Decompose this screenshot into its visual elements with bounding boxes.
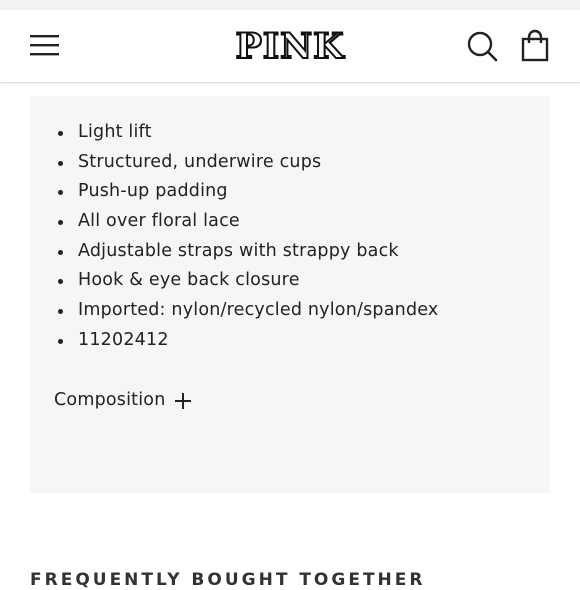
list-item: Light lift xyxy=(54,118,438,148)
search-button[interactable] xyxy=(466,30,498,62)
style-number: 11202412 xyxy=(78,329,169,350)
pink-logo[interactable]: PINK xyxy=(210,24,370,68)
feature-text: Structured, underwire cups xyxy=(78,151,322,172)
composition-label: Composition xyxy=(54,390,166,410)
hamburger-menu-icon xyxy=(30,35,59,56)
menu-button[interactable] xyxy=(30,32,60,58)
feature-text: Light lift xyxy=(78,122,152,142)
bullet-icon xyxy=(58,338,63,344)
bullet-icon xyxy=(58,160,63,166)
feature-text: Imported: nylon/recycled nylon/spandex xyxy=(78,300,439,321)
composition-toggle[interactable]: Composition xyxy=(54,390,192,410)
shopping-bag-icon xyxy=(521,29,549,62)
list-item: Hook & eye back closure xyxy=(54,266,438,296)
feature-text: All over floral lace xyxy=(78,211,240,232)
list-item: Push-up padding xyxy=(54,177,438,207)
feature-text: Push-up padding xyxy=(78,181,228,202)
list-item: Imported: nylon/recycled nylon/spandex xyxy=(54,296,438,326)
plus-icon xyxy=(174,393,191,409)
bullet-icon xyxy=(58,249,63,255)
status-bar-strip xyxy=(0,0,580,10)
feature-list: Light lift Structured, underwire cups Pu… xyxy=(54,118,438,356)
list-item: All over floral lace xyxy=(54,207,438,237)
shopping-bag-button[interactable] xyxy=(520,29,550,63)
feature-text: Adjustable straps with strappy back xyxy=(78,240,399,261)
product-details-panel: Light lift Structured, underwire cups Pu… xyxy=(30,96,550,493)
bullet-icon xyxy=(58,309,63,315)
bullet-icon xyxy=(58,190,63,196)
bullet-icon xyxy=(58,220,63,226)
list-item: 11202412 xyxy=(54,326,438,356)
search-icon xyxy=(467,31,498,62)
feature-text: Hook & eye back closure xyxy=(78,270,300,291)
list-item: Structured, underwire cups xyxy=(54,148,438,178)
list-item: Adjustable straps with strappy back xyxy=(54,237,438,267)
site-header: PINK xyxy=(0,10,580,83)
bullet-icon xyxy=(58,279,63,285)
frequently-bought-together-heading: FREQUENTLY BOUGHT TOGETHER xyxy=(30,570,426,590)
bullet-icon xyxy=(58,131,63,136)
